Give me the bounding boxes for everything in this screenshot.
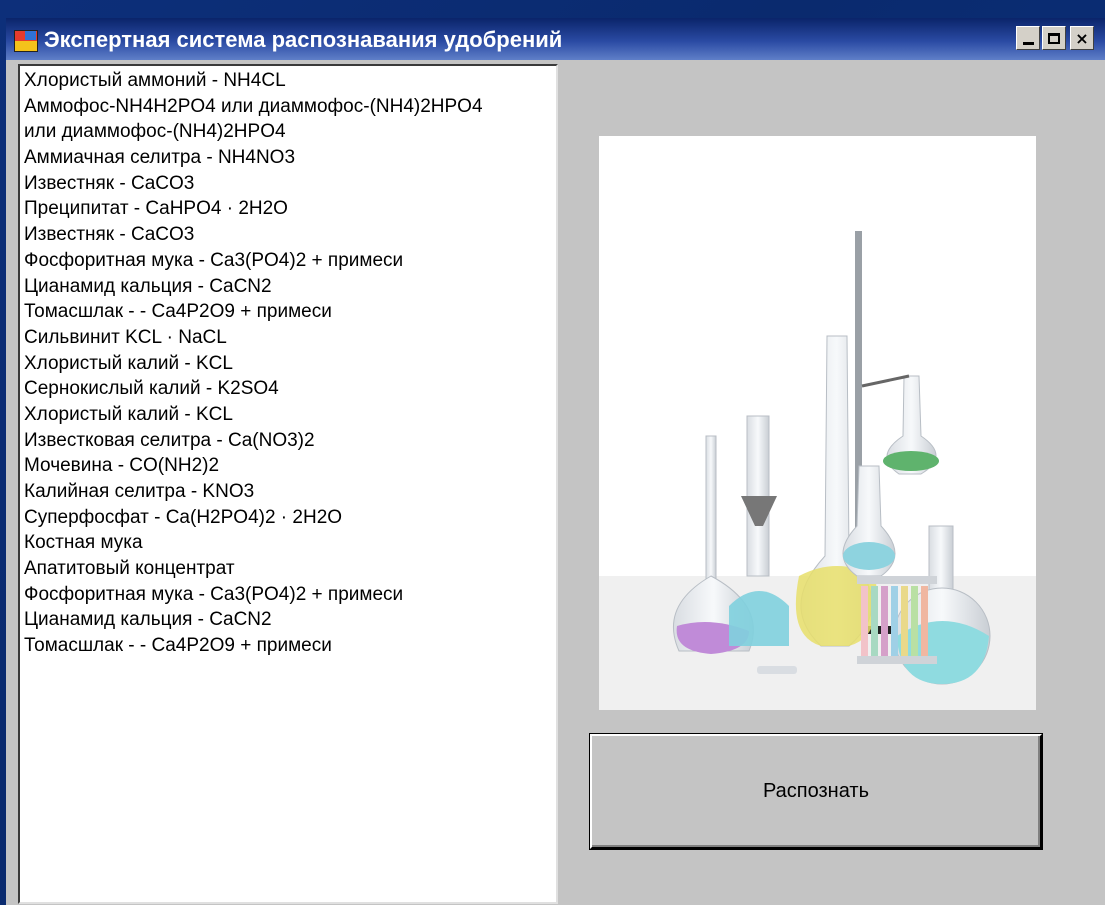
list-item[interactable]: Известняк - CaCO3	[24, 171, 556, 197]
title-bar[interactable]: Экспертная система распознавания удобрен…	[6, 18, 1105, 60]
list-item[interactable]: Калийная селитра - KNO3	[24, 479, 556, 505]
list-item[interactable]: Сернокислый калий - K2SO4	[24, 376, 556, 402]
window-title: Экспертная система распознавания удобрен…	[44, 27, 563, 52]
list-item[interactable]: Цианамид кальция - CaCN2	[24, 274, 556, 300]
list-item[interactable]: Мочевина - CO(NH2)2	[24, 453, 556, 479]
main-window: Экспертная система распознавания удобрен…	[6, 18, 1105, 905]
list-item[interactable]: Костная мука	[24, 530, 556, 556]
list-item[interactable]: Апатитовый концентрат	[24, 556, 556, 582]
list-item[interactable]: Известняк - CaCO3	[24, 222, 556, 248]
list-item[interactable]: Суперфосфат - Ca(H2PO4)2 · 2H2O	[24, 505, 556, 531]
list-item[interactable]: Цианамид кальция - CaCN2	[24, 607, 556, 633]
list-item[interactable]: Аммофос-NH4H2PO4 или диаммофос-(NH4)2HPO…	[24, 94, 556, 120]
maximize-button[interactable]	[1042, 26, 1066, 50]
list-item[interactable]: Преципитат - CaHPO4 · 2H2O	[24, 196, 556, 222]
list-item[interactable]: или диаммофос-(NH4)2HPO4	[24, 119, 556, 145]
fertilizer-listbox[interactable]: Хлористый аммоний - NH4CL Аммофос-NH4H2PO…	[18, 64, 558, 904]
list-item[interactable]: Хлористый калий - KCL	[24, 402, 556, 428]
list-item[interactable]: Томасшлак - - Ca4P2O9 + примеси	[24, 299, 556, 325]
maximize-icon	[1048, 32, 1060, 44]
app-icon	[14, 30, 38, 52]
close-button[interactable]: ×	[1070, 26, 1094, 50]
lab-glassware-illustration	[599, 231, 1036, 710]
lab-glassware-image	[599, 136, 1036, 710]
list-item[interactable]: Хлористый калий - KCL	[24, 351, 556, 377]
list-item[interactable]: Аммиачная селитра - NH4NO3	[24, 145, 556, 171]
list-item[interactable]: Томасшлак - - Ca4P2O9 + примеси	[24, 633, 556, 659]
minimize-button[interactable]	[1016, 26, 1040, 50]
close-icon: ×	[1075, 28, 1089, 48]
list-item[interactable]: Известковая селитра - Ca(NO3)2	[24, 428, 556, 454]
recognize-button[interactable]: Распознать	[590, 734, 1042, 849]
list-item[interactable]: Хлористый аммоний - NH4CL	[24, 68, 556, 94]
list-item[interactable]: Сильвинит KCL · NaCL	[24, 325, 556, 351]
list-item[interactable]: Фосфоритная мука - Ca3(PO4)2 + примеси	[24, 248, 556, 274]
list-item[interactable]: Фосфоритная мука - Ca3(PO4)2 + примеси	[24, 582, 556, 608]
minimize-icon	[1022, 41, 1034, 45]
